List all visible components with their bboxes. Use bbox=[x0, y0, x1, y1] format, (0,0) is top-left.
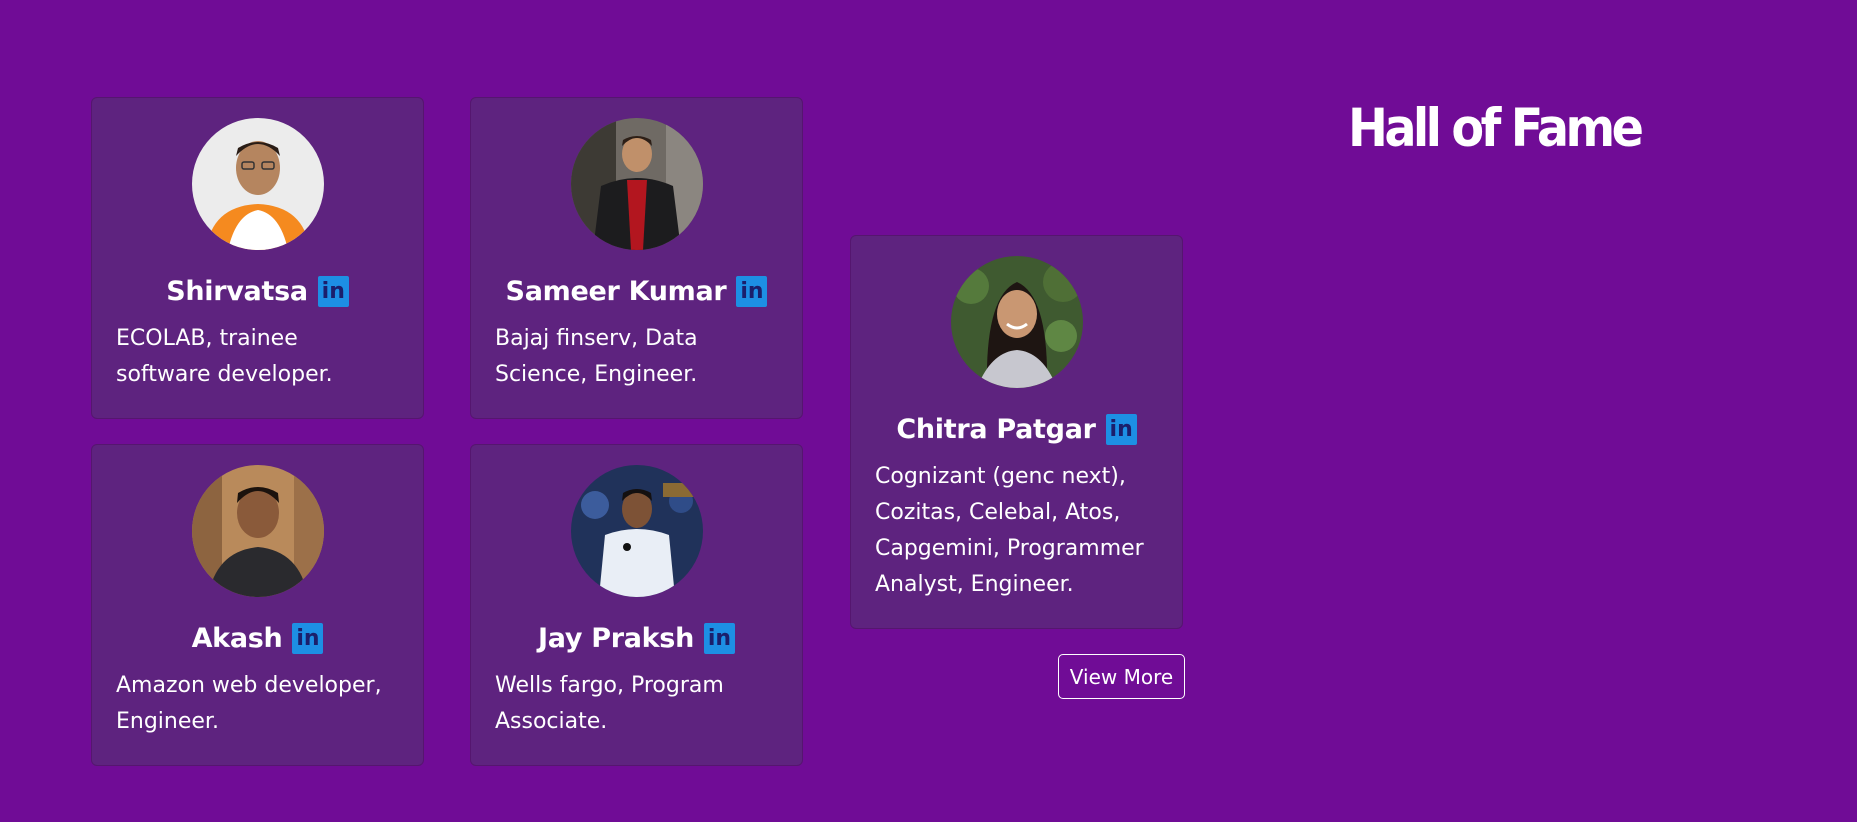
member-name: Jay Praksh bbox=[537, 623, 694, 654]
member-card-akash: Akash in Amazon web developer, Engineer. bbox=[91, 444, 424, 766]
avatar bbox=[191, 118, 324, 250]
member-description: Amazon web developer, Engineer. bbox=[116, 673, 382, 734]
member-name: Akash bbox=[191, 623, 283, 654]
member-card-sameer-kumar: Sameer Kumar in Bajaj finserv, Data Scie… bbox=[470, 97, 803, 419]
avatar bbox=[570, 118, 703, 250]
avatar bbox=[191, 465, 324, 597]
avatar bbox=[570, 465, 703, 597]
linkedin-icon[interactable]: in bbox=[736, 276, 768, 307]
member-card-jay-praksh: Jay Praksh in Wells fargo, Program Assoc… bbox=[470, 444, 803, 766]
member-description: Bajaj finserv, Data Science, Engineer. bbox=[495, 326, 698, 387]
linkedin-icon[interactable]: in bbox=[1105, 414, 1137, 445]
member-name: Shirvatsa bbox=[166, 276, 308, 307]
linkedin-icon[interactable]: in bbox=[292, 623, 324, 654]
member-description: Cognizant (genc next), Cozitas, Celebal,… bbox=[875, 464, 1144, 597]
member-name: Chitra Patgar bbox=[896, 414, 1096, 445]
page-title: Hall of Fame bbox=[1348, 98, 1644, 159]
member-card-shirvatsa: Shirvatsa in ECOLAB, trainee software de… bbox=[91, 97, 424, 419]
member-description: ECOLAB, trainee software developer. bbox=[116, 326, 333, 387]
member-description: Wells fargo, Program Associate. bbox=[495, 673, 724, 734]
linkedin-icon[interactable]: in bbox=[317, 276, 349, 307]
member-name: Sameer Kumar bbox=[505, 276, 727, 307]
avatar bbox=[950, 256, 1083, 388]
member-card-chitra-patgar: Chitra Patgar in Cognizant (genc next), … bbox=[850, 235, 1183, 629]
linkedin-icon[interactable]: in bbox=[704, 623, 735, 654]
view-more-button[interactable]: View More bbox=[1058, 654, 1185, 699]
